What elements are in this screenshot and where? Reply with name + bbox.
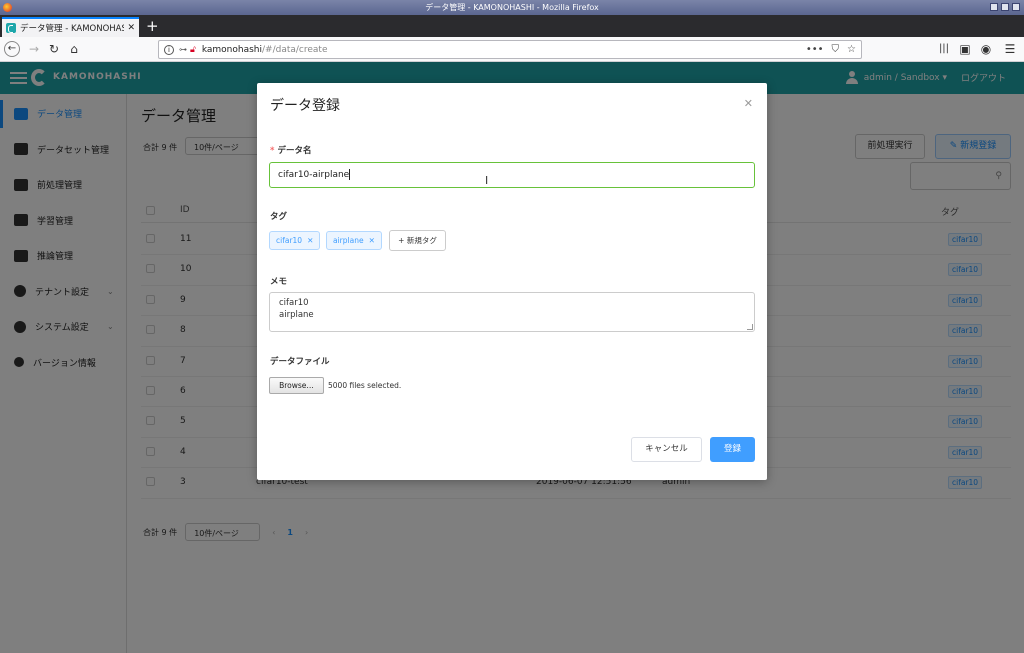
- site-info-icon[interactable]: i: [164, 44, 174, 55]
- url-path: /#/data/create: [262, 44, 328, 55]
- ibeam-cursor-icon: I: [485, 174, 489, 187]
- close-icon[interactable]: ✕: [744, 97, 753, 110]
- browser-navbar: ← → ↻ ⌂ i ⊶ 🔓︎ kamonohashi/#/data/create…: [0, 37, 1024, 62]
- tag-chip: airplane ✕: [326, 231, 382, 250]
- tab-close-icon[interactable]: ✕: [127, 23, 135, 33]
- tag-remove-icon[interactable]: ✕: [307, 236, 313, 245]
- back-icon[interactable]: ←: [4, 41, 20, 57]
- browser-tab[interactable]: データ管理 - KAMONOHASHI ✕: [2, 17, 139, 37]
- window-title: データ管理 - KAMONOHASHI - Mozilla Firefox: [425, 3, 599, 12]
- tag-chip-label: airplane: [333, 236, 364, 245]
- insecure-lock-icon[interactable]: 🔓︎: [190, 45, 196, 55]
- minimize-button[interactable]: [990, 3, 998, 11]
- kamonohashi-favicon-icon: [6, 23, 16, 33]
- tag-chip-label: cifar10: [276, 236, 303, 245]
- window-titlebar: データ管理 - KAMONOHASHI - Mozilla Firefox: [0, 0, 1024, 15]
- new-tag-button[interactable]: + 新規タグ: [389, 230, 446, 251]
- sidebar-toggle-icon[interactable]: ▣: [957, 41, 973, 57]
- browse-button[interactable]: Browse…: [269, 377, 324, 394]
- new-tab-icon[interactable]: +: [146, 17, 159, 35]
- tag-chip: cifar10 ✕: [269, 231, 321, 250]
- url-host: kamonohashi: [201, 44, 263, 55]
- maximize-button[interactable]: [1001, 3, 1009, 11]
- data-name-label: * データ名: [270, 144, 311, 156]
- home-icon[interactable]: ⌂: [66, 41, 82, 57]
- file-status: 5000 files selected.: [328, 381, 402, 390]
- page-actions-icon[interactable]: •••: [806, 44, 824, 55]
- data-register-dialog: データ登録 ✕ * データ名 cifar10-airplane I タグ cifa…: [257, 83, 767, 480]
- tag-remove-icon[interactable]: ✕: [369, 236, 375, 245]
- data-name-value: cifar10-airplane: [278, 170, 350, 180]
- firefox-icon: [3, 3, 12, 12]
- pocket-icon[interactable]: ⛉: [832, 44, 840, 55]
- memo-label: メモ: [270, 277, 288, 287]
- reload-icon[interactable]: ↻: [46, 41, 62, 57]
- tab-title: データ管理 - KAMONOHASHI: [20, 24, 125, 34]
- account-icon[interactable]: ◉: [978, 41, 994, 57]
- tag-label: タグ: [270, 212, 288, 222]
- window-close-button[interactable]: [1012, 3, 1020, 11]
- cancel-button[interactable]: キャンセル: [631, 437, 702, 462]
- text-caret: [349, 169, 351, 180]
- dialog-title: データ登録: [270, 98, 340, 114]
- data-file-label: データファイル: [270, 357, 330, 367]
- bookmark-star-icon[interactable]: ☆: [847, 44, 856, 55]
- library-icon[interactable]: |||: [936, 41, 952, 57]
- permissions-icon[interactable]: ⊶: [179, 45, 187, 54]
- data-name-label-text: データ名: [277, 146, 312, 156]
- required-marker: *: [270, 146, 275, 156]
- register-button[interactable]: 登録: [710, 437, 755, 462]
- memo-value: cifar10 airplane: [279, 298, 314, 320]
- menu-icon[interactable]: ☰: [1002, 41, 1018, 57]
- memo-textarea[interactable]: cifar10 airplane: [269, 292, 755, 332]
- forward-icon[interactable]: →: [26, 41, 42, 57]
- url-bar[interactable]: i ⊶ 🔓︎ kamonohashi/#/data/create ••• ⛉ ☆: [158, 40, 862, 59]
- data-name-input[interactable]: cifar10-airplane: [269, 162, 755, 188]
- resize-grip-icon[interactable]: [747, 324, 753, 330]
